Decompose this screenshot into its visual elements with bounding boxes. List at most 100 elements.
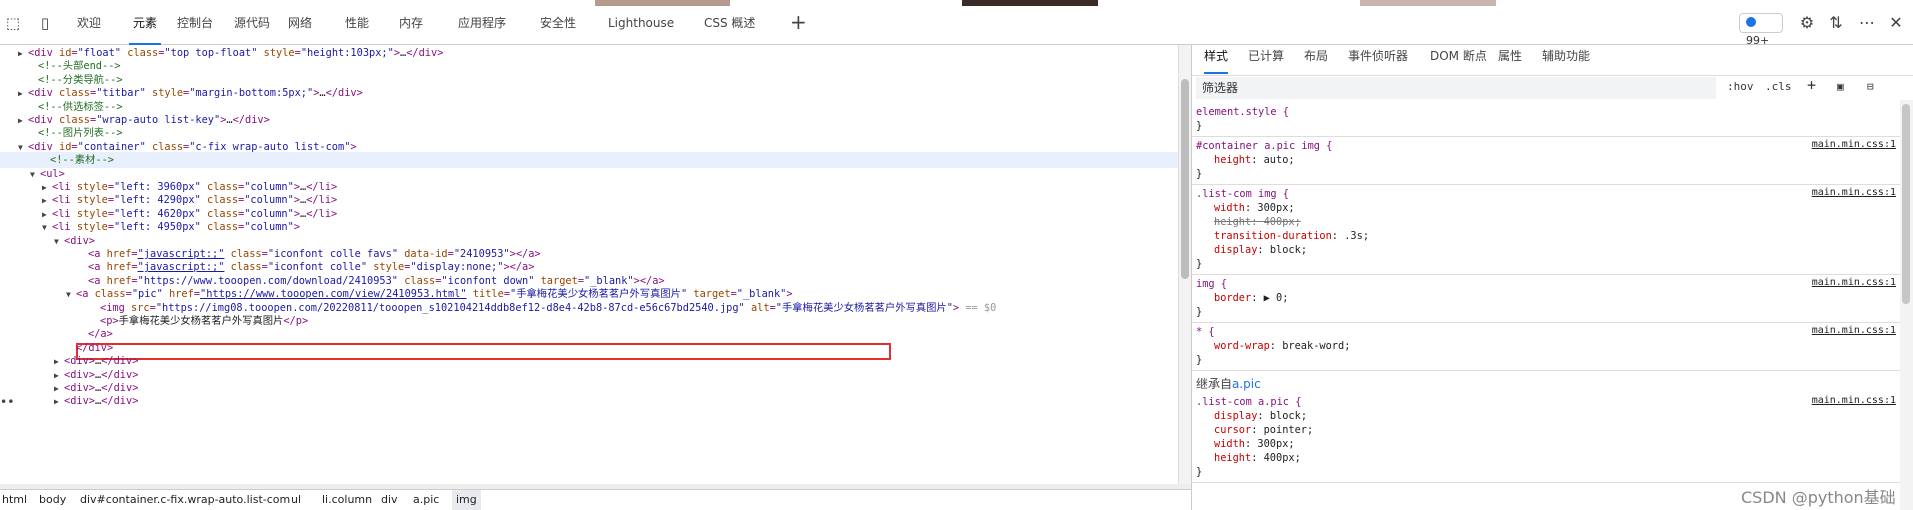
css-property-name[interactable]: height (1214, 452, 1251, 464)
css-declaration[interactable]: word-wrap: break-word; (1214, 339, 1350, 353)
css-property-value[interactable]: break-word (1282, 340, 1344, 352)
tab-0[interactable]: 欢迎 (77, 15, 101, 45)
css-property-value[interactable]: 300px (1257, 438, 1288, 450)
css-selector[interactable]: .list-com a.pic { (1196, 396, 1301, 408)
css-selector[interactable]: .list-com img { (1196, 188, 1289, 200)
expand-right-icon[interactable]: ▶ (54, 394, 64, 410)
toggle-sidebar-icon[interactable]: ⊟ (1867, 80, 1874, 93)
css-property-name[interactable]: word-wrap (1214, 340, 1270, 352)
css-declaration[interactable]: width: 300px; (1214, 437, 1295, 451)
css-source-link[interactable]: main.min.css:1 (1812, 277, 1896, 288)
breadcrumb-item[interactable]: html (2, 490, 27, 510)
css-declaration[interactable]: display: block; (1214, 409, 1307, 423)
css-property-name[interactable]: width (1214, 202, 1245, 214)
tab-6[interactable]: 内存 (399, 15, 423, 45)
css-property-name[interactable]: display (1214, 244, 1257, 256)
css-property-value[interactable]: 300px (1257, 202, 1288, 214)
dom-scrollbar[interactable] (1178, 45, 1191, 485)
dom-node[interactable]: <!--素材--> (0, 152, 1178, 169)
hov-toggle[interactable]: :hov (1727, 80, 1754, 93)
gear-icon[interactable]: ⚙ (1797, 13, 1817, 33)
tab-9[interactable]: Lighthouse (608, 15, 674, 45)
cls-toggle[interactable]: .cls (1765, 80, 1792, 93)
css-property-value[interactable]: pointer (1264, 424, 1307, 436)
dom-scrollbar-thumb[interactable] (1181, 79, 1189, 279)
tab-8[interactable]: 安全性 (540, 15, 576, 45)
dom-tree[interactable]: •• ▶ <div id="float" class="top top-float… (0, 45, 1178, 485)
dom-token[interactable]: "javascript:;" (138, 261, 225, 273)
styles-tab-4[interactable]: DOM 断点 (1430, 48, 1487, 74)
css-declaration[interactable]: display: block; (1214, 243, 1307, 257)
css-property-value[interactable]: block (1270, 410, 1301, 422)
inherited-from-link[interactable]: a.pic (1232, 377, 1261, 391)
css-declaration[interactable]: height: 400px; (1214, 451, 1301, 465)
plus-icon[interactable]: + (790, 10, 807, 34)
css-property-value[interactable]: 400px (1264, 452, 1295, 464)
css-property-name[interactable]: height (1214, 216, 1251, 228)
css-rule[interactable]: * {main.min.css:1 word-wrap: break-word;} (1192, 325, 1900, 371)
tab-10[interactable]: CSS 概述 (704, 15, 755, 45)
styles-tab-5[interactable]: 属性 (1498, 48, 1522, 74)
breadcrumb-item[interactable]: a.pic (413, 490, 439, 510)
css-selector[interactable]: #container a.pic img { (1196, 140, 1332, 152)
more-options-icon[interactable]: ⋯ (1857, 13, 1877, 33)
css-property-name[interactable]: height (1214, 154, 1251, 166)
computed-sidebar-icon[interactable]: ▣ (1837, 80, 1844, 93)
css-selector[interactable]: * { (1196, 326, 1215, 338)
styles-tab-3[interactable]: 事件侦听器 (1348, 48, 1408, 74)
css-rule[interactable]: #container a.pic img { main.min.css:1 heig… (1192, 139, 1900, 185)
css-property-name[interactable]: cursor (1214, 424, 1251, 436)
css-declaration[interactable]: cursor: pointer; (1214, 423, 1313, 437)
css-declaration[interactable]: height: auto; (1214, 153, 1295, 167)
tab-2[interactable]: 控制台 (177, 15, 213, 45)
device-toolbar-icon[interactable]: ▯ (36, 14, 54, 32)
styles-tab-0[interactable]: 样式 (1204, 48, 1229, 74)
css-selector[interactable]: element.style { (1196, 106, 1289, 118)
css-source-link[interactable]: main.min.css:1 (1812, 139, 1896, 150)
css-rule[interactable]: img {main.min.css:1 border: ▶ 0;} (1192, 277, 1900, 323)
dom-token[interactable]: "javascript:;" (138, 248, 225, 260)
css-source-link[interactable]: main.min.css:1 (1812, 325, 1896, 336)
css-property-name[interactable]: display (1214, 410, 1257, 422)
css-property-value[interactable]: .3s (1344, 230, 1363, 242)
css-selector[interactable]: img { (1196, 278, 1227, 290)
css-declaration[interactable]: border: ▶ 0; (1214, 291, 1288, 305)
breadcrumb-item[interactable]: li.column (322, 490, 372, 510)
css-property-value[interactable]: auto (1264, 154, 1289, 166)
tab-3[interactable]: 源代码 (234, 15, 270, 45)
css-property-value[interactable]: 400px (1264, 216, 1295, 228)
breadcrumb-item[interactable]: body (39, 490, 66, 510)
css-declaration[interactable]: transition-duration: .3s; (1214, 229, 1369, 243)
dom-token[interactable]: "https://www.tooopen.com/view/2410953.ht… (200, 288, 467, 300)
css-property-name[interactable]: border (1214, 292, 1251, 304)
css-rule[interactable]: element.style {} (1192, 105, 1900, 137)
styles-tab-1[interactable]: 已计算 (1248, 48, 1284, 74)
tab-1[interactable]: 元素 (129, 15, 162, 45)
breadcrumb-item[interactable]: div (381, 490, 398, 510)
breadcrumb-item[interactable]: ul (291, 490, 301, 510)
styles-tab-6[interactable]: 辅助功能 (1542, 48, 1590, 74)
connections-icon[interactable]: ⇅ (1826, 13, 1846, 33)
breadcrumb-item[interactable]: img (452, 490, 481, 510)
css-declaration[interactable]: width: 300px; (1214, 201, 1295, 215)
css-property-name[interactable]: transition-duration (1214, 230, 1332, 242)
css-rule[interactable]: .list-com img { main.min.css:1 width: 300p… (1192, 187, 1900, 275)
breadcrumb-item[interactable]: div#container.c-fix.wrap-auto.list-com (80, 490, 290, 510)
dom-node[interactable]: ▶ <div>…</div> (0, 393, 138, 409)
close-icon[interactable]: ✕ (1886, 13, 1906, 33)
inspect-element-icon[interactable]: ⬚ (4, 14, 22, 32)
css-rule[interactable]: .list-com a.pic { main.min.css:1 display: … (1192, 395, 1900, 483)
css-property-value[interactable]: block (1270, 244, 1301, 256)
new-rule-icon[interactable]: + (1807, 76, 1816, 94)
css-property-name[interactable]: width (1214, 438, 1245, 450)
css-property-value[interactable]: ▶ 0 (1264, 292, 1283, 304)
tab-7[interactable]: 应用程序 (458, 15, 506, 45)
css-source-link[interactable]: main.min.css:1 (1812, 395, 1896, 406)
issues-badge[interactable]: 99+ (1739, 13, 1783, 47)
css-source-link[interactable]: main.min.css:1 (1812, 187, 1896, 198)
styles-tab-2[interactable]: 布局 (1304, 48, 1328, 74)
styles-scrollbar-thumb[interactable] (1902, 104, 1910, 304)
css-declaration[interactable]: height: 400px; (1214, 215, 1301, 229)
tab-5[interactable]: 性能 (345, 15, 369, 45)
styles-scrollbar[interactable] (1900, 100, 1913, 510)
